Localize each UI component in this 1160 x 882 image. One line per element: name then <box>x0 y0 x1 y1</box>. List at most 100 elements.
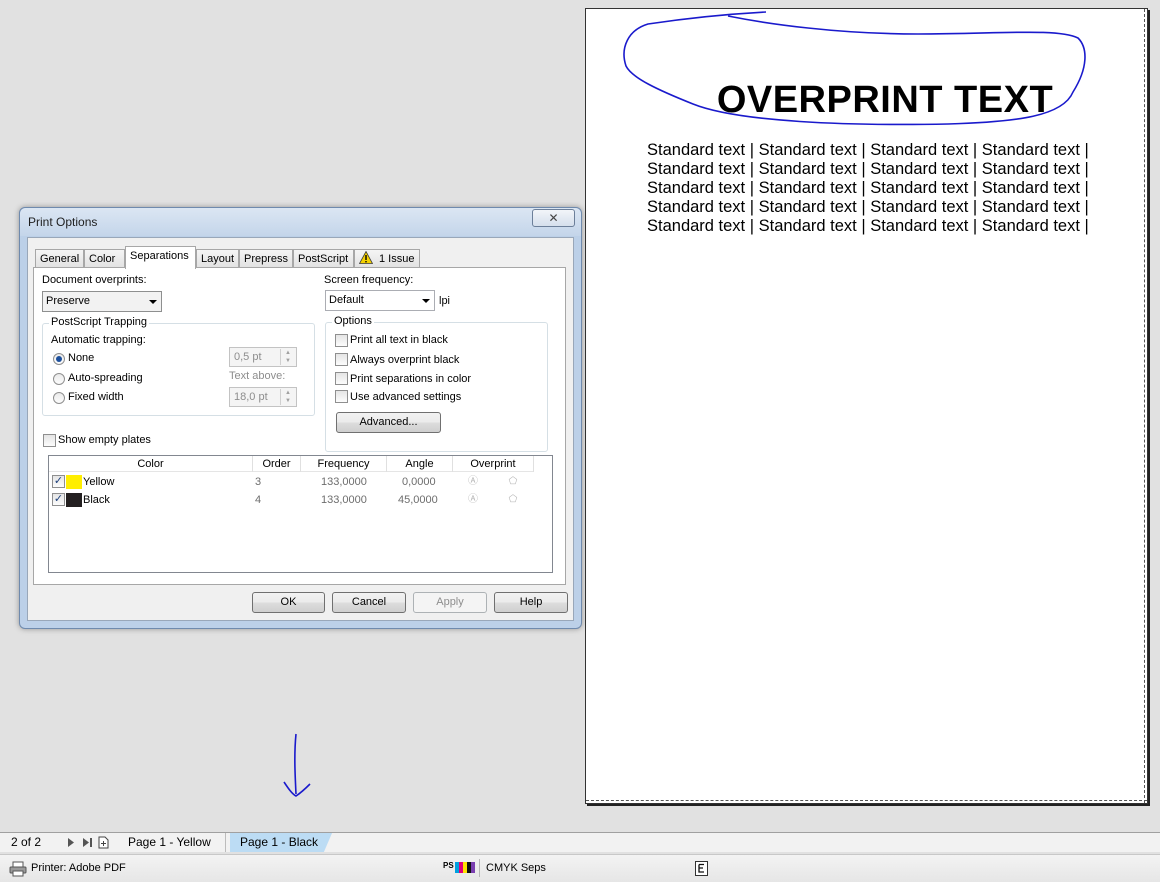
plate-frequency: 133,0000 <box>321 476 367 488</box>
column-color[interactable]: Color <box>49 456 253 472</box>
plate-checkbox[interactable]: ✓ <box>52 493 65 506</box>
overprint-text-icon[interactable]: Ⓐ <box>467 476 479 488</box>
show-empty-plates-checkbox[interactable] <box>43 434 56 447</box>
document-overprints-value: Preserve <box>46 295 91 307</box>
page-preview: OVERPRINT TEXT Standard text | Standard … <box>585 8 1148 804</box>
page-tab-black[interactable]: Page 1 - Black <box>230 833 333 852</box>
page-edge-guide <box>1144 9 1145 803</box>
document-overprints-label: Document overprints: <box>42 274 147 286</box>
page-navigator-bar: 2 of 2 Page 1 - Yellow Page 1 - Black <box>0 832 1160 852</box>
plate-angle: 45,0000 <box>398 494 438 506</box>
tab-color[interactable]: Color <box>84 249 125 268</box>
separations-in-color-label: Print separations in color <box>350 373 472 385</box>
column-angle[interactable]: Angle <box>387 456 453 472</box>
status-divider <box>479 859 480 877</box>
advanced-settings-label: Use advanced settings <box>350 391 462 403</box>
print-text-black-checkbox[interactable] <box>335 334 348 347</box>
cmyk-separations-icon <box>455 862 475 873</box>
chevron-down-icon <box>422 299 430 303</box>
radio-fixed-width[interactable] <box>53 392 65 404</box>
screen-frequency-value: Default <box>329 294 364 306</box>
document-overprints-select[interactable]: Preserve <box>42 291 162 312</box>
dialog-title: Print Options <box>28 215 98 229</box>
overprint-graphic-icon[interactable]: ⬠ <box>507 476 519 488</box>
radio-none[interactable] <box>53 353 65 365</box>
tab-layout[interactable]: Layout <box>196 249 239 268</box>
options-title: Options <box>332 315 374 327</box>
column-frequency[interactable]: Frequency <box>301 456 387 472</box>
printer-name: Printer: Adobe PDF <box>31 862 126 874</box>
tab-postscript[interactable]: PostScript <box>293 249 354 268</box>
chevron-down-icon <box>149 300 157 304</box>
separations-in-color-checkbox[interactable] <box>335 372 348 385</box>
page-counter: 2 of 2 <box>11 835 42 849</box>
screen-frequency-unit: lpi <box>439 295 451 307</box>
output-mode: CMYK Seps <box>486 862 546 874</box>
tab-general[interactable]: General <box>35 249 84 268</box>
trap-width-value: 0,5 pt <box>234 351 262 363</box>
next-page-icon[interactable] <box>66 837 76 848</box>
table-row[interactable]: ✓ Black 4 133,0000 45,0000 Ⓐ ⬠ <box>49 491 549 509</box>
standard-text-line: Standard text | Standard text | Standard… <box>647 179 1089 197</box>
column-overprint[interactable]: Overprint <box>453 456 534 472</box>
radio-auto-spreading[interactable] <box>53 373 65 385</box>
cancel-button[interactable]: Cancel <box>332 592 406 613</box>
postscript-trapping-group: PostScript Trapping Automatic trapping: … <box>42 316 315 416</box>
trap-width-stepper[interactable]: 0,5 pt ▲ ▼ <box>229 347 297 367</box>
advanced-settings-checkbox[interactable] <box>335 390 348 403</box>
plate-name: Yellow <box>83 476 115 488</box>
advanced-button[interactable]: Advanced... <box>336 412 441 433</box>
text-above-stepper[interactable]: 18,0 pt ▲ ▼ <box>229 387 297 407</box>
plate-order: 4 <box>255 494 262 506</box>
hand-drawn-arrow-annotation <box>283 733 311 797</box>
overprint-text-icon[interactable]: Ⓐ <box>467 494 479 506</box>
separations-panel: Document overprints: Preserve PostScript… <box>33 267 566 585</box>
dialog-body: General Color Separations Layout Prepres… <box>27 237 574 621</box>
document-info-icon[interactable] <box>695 861 708 876</box>
overprint-black-label: Always overprint black <box>350 354 460 366</box>
radio-auto-spreading-label: Auto-spreading <box>68 372 143 384</box>
text-above-label: Text above: <box>229 370 286 382</box>
stepper-arrows-icon: ▲ ▼ <box>280 349 295 365</box>
overprint-black-checkbox[interactable] <box>335 353 348 366</box>
separations-color-list: Color Order Frequency Angle Overprint ✓ … <box>48 455 553 573</box>
page-tab-yellow[interactable]: Page 1 - Yellow <box>118 833 226 852</box>
add-page-icon[interactable] <box>98 836 109 849</box>
postscript-trapping-title: PostScript Trapping <box>49 316 149 328</box>
table-row[interactable]: ✓ Yellow 3 133,0000 0,0000 Ⓐ ⬠ <box>49 473 549 491</box>
plate-name: Black <box>83 494 110 506</box>
apply-button[interactable]: Apply <box>413 592 487 613</box>
tab-issues[interactable]: 1 Issue <box>354 249 420 268</box>
help-button[interactable]: Help <box>494 592 568 613</box>
standard-text-line: Standard text | Standard text | Standard… <box>647 198 1089 216</box>
stepper-arrows-icon: ▲ ▼ <box>280 389 295 405</box>
status-bar: Printer: Adobe PDF PS CMYK Seps <box>0 854 1160 882</box>
dialog-titlebar[interactable]: Print Options ✕ <box>20 208 581 236</box>
standard-text-line: Standard text | Standard text | Standard… <box>647 141 1089 159</box>
color-swatch <box>66 493 82 507</box>
tab-issues-label: 1 Issue <box>379 253 415 265</box>
tab-prepress[interactable]: Prepress <box>239 249 293 268</box>
print-text-black-label: Print all text in black <box>350 334 448 346</box>
print-options-dialog: Print Options ✕ General Color Separation… <box>19 207 582 629</box>
plate-checkbox[interactable]: ✓ <box>52 475 65 488</box>
options-group: Options Print all text in black Always o… <box>325 315 548 452</box>
automatic-trapping-label: Automatic trapping: <box>51 334 146 346</box>
ok-button[interactable]: OK <box>252 592 325 613</box>
standard-text-line: Standard text | Standard text | Standard… <box>647 160 1089 178</box>
tab-separations[interactable]: Separations <box>125 246 196 269</box>
overprint-graphic-icon[interactable]: ⬠ <box>507 494 519 506</box>
overprint-heading: OVERPRINT TEXT <box>716 79 1054 121</box>
warning-icon <box>359 251 373 264</box>
screen-frequency-select[interactable]: Default <box>325 290 435 311</box>
column-order[interactable]: Order <box>253 456 301 472</box>
plate-order: 3 <box>255 476 262 488</box>
screen-frequency-label: Screen frequency: <box>324 274 414 286</box>
printer-icon <box>9 861 27 877</box>
last-page-icon[interactable] <box>82 837 94 848</box>
plate-angle: 0,0000 <box>402 476 436 488</box>
standard-text-line: Standard text | Standard text | Standard… <box>647 217 1089 235</box>
close-button[interactable]: ✕ <box>532 209 575 227</box>
plate-frequency: 133,0000 <box>321 494 367 506</box>
show-empty-plates-label: Show empty plates <box>58 434 151 446</box>
